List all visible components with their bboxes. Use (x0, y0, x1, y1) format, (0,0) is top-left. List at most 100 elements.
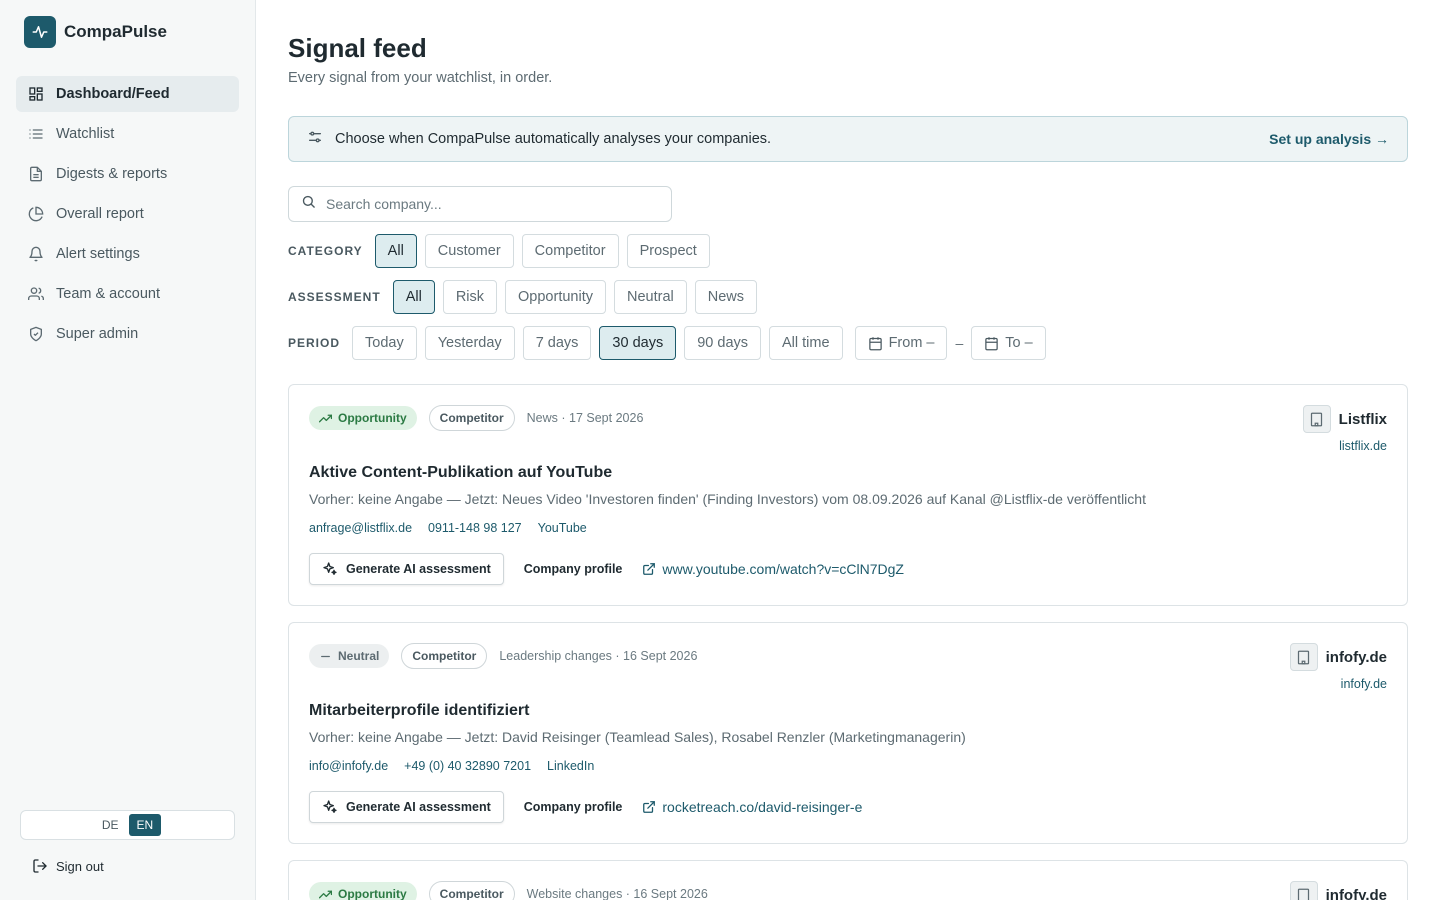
period-chip-all-time[interactable]: All time (769, 326, 843, 360)
date-from-button[interactable]: From – (854, 326, 948, 360)
signal-meta: Neutral Competitor Leadership changes · … (309, 643, 697, 669)
trending-up-icon (319, 412, 332, 425)
sidebar-nav: Dashboard/Feed Watchlist Digests & repor… (16, 76, 239, 356)
signal-card: Neutral Competitor Leadership changes · … (288, 622, 1408, 844)
external-link[interactable]: www.youtube.com/watch?v=cClN7DgZ (642, 561, 904, 577)
category-chip-customer[interactable]: Customer (424, 234, 514, 268)
users-icon (28, 286, 44, 302)
assessment-label: Opportunity (338, 887, 407, 900)
signal-description: Vorher: keine Angabe — Jetzt: Neues Vide… (309, 491, 1146, 507)
period-chip-7-days[interactable]: 7 days (522, 326, 592, 360)
signal-card: Opportunity Competitor Website changes ·… (288, 860, 1408, 900)
external-link-label: rocketreach.co/david-reisinger-e (662, 799, 863, 815)
category-chip-prospect[interactable]: Prospect (626, 234, 710, 268)
pie-chart-icon (28, 206, 44, 222)
company-domain[interactable]: infofy.de (1290, 677, 1387, 691)
brand-name: CompaPulse (64, 22, 167, 41)
sidebar-item-dashboard[interactable]: Dashboard/Feed (16, 76, 239, 112)
date-to-label: To – (1005, 335, 1033, 351)
assessment-chip-neutral[interactable]: Neutral (613, 280, 687, 314)
shield-icon (28, 326, 44, 342)
sidebar-item-digests[interactable]: Digests & reports (16, 156, 239, 192)
sign-out-button[interactable]: Sign out (32, 858, 104, 874)
date-to-button[interactable]: To – (971, 326, 1046, 360)
company-name[interactable]: infofy.de (1326, 887, 1387, 900)
category-chip-all[interactable]: All (374, 234, 417, 268)
period-label: PERIOD (288, 336, 341, 350)
sidebar-item-label: Super admin (56, 326, 139, 342)
signal-card: Opportunity Competitor News · 17 Sept 20… (288, 384, 1408, 606)
generate-ai-assessment-button[interactable]: Generate AI assessment (309, 553, 504, 585)
signal-description: Vorher: keine Angabe — Jetzt: David Reis… (309, 729, 966, 745)
analysis-banner: Choose when CompaPulse automatically ana… (288, 116, 1408, 162)
setup-analysis-link[interactable]: Set up analysis → (1269, 131, 1389, 147)
trending-up-icon (319, 888, 332, 900)
sidebar-item-overall-report[interactable]: Overall report (16, 196, 239, 232)
building-icon (1289, 643, 1318, 671)
sidebar-item-super-admin[interactable]: Super admin (16, 316, 239, 352)
search-icon (301, 194, 316, 214)
external-link-icon (642, 562, 656, 576)
category-chip-competitor[interactable]: Competitor (521, 234, 619, 268)
signal-type-date: Leadership changes · 16 Sept 2026 (499, 649, 698, 663)
sign-out-label: Sign out (56, 858, 104, 874)
category-tag: Competitor (428, 881, 515, 900)
building-icon (1289, 881, 1318, 900)
company-name[interactable]: Listflix (1339, 411, 1387, 428)
pulse-logo-icon (24, 16, 56, 48)
external-link-label: www.youtube.com/watch?v=cClN7DgZ (662, 561, 904, 577)
external-link-icon (642, 800, 656, 814)
assessment-badge: Opportunity (309, 406, 417, 430)
list-icon (28, 126, 44, 142)
company-profile-button[interactable]: Company profile (524, 562, 623, 576)
signal-meta: Opportunity Competitor News · 17 Sept 20… (309, 405, 643, 431)
assessment-chip-opportunity[interactable]: Opportunity (505, 280, 606, 314)
period-chip-today[interactable]: Today (352, 326, 417, 360)
calendar-icon (868, 336, 883, 351)
search-box (288, 186, 672, 222)
phone-link[interactable]: 0911-148 98 127 (428, 521, 522, 535)
signal-title: Aktive Content-Publikation auf YouTube (309, 464, 613, 481)
period-chip-90-days[interactable]: 90 days (684, 326, 762, 360)
company-name[interactable]: infofy.de (1326, 649, 1387, 666)
dashboard-icon (28, 86, 44, 102)
category-filter: CATEGORY All Customer Competitor Prospec… (288, 234, 718, 268)
assessment-badge: Opportunity (309, 882, 417, 900)
category-label: CATEGORY (288, 244, 363, 258)
signal-type-date: News · 17 Sept 2026 (526, 411, 644, 425)
period-chip-30-days[interactable]: 30 days (599, 326, 677, 360)
lang-de-button[interactable]: DE (94, 814, 127, 836)
signal-actions: Generate AI assessment Company profile r… (309, 791, 862, 823)
sidebar-item-alert-settings[interactable]: Alert settings (16, 236, 239, 272)
language-switcher: DE EN (20, 810, 235, 840)
company-domain[interactable]: listflix.de (1303, 439, 1387, 453)
contact-links: info@infofy.de +49 (0) 40 32890 7201 Lin… (309, 759, 610, 773)
search-input[interactable] (326, 196, 646, 212)
calendar-icon (984, 336, 999, 351)
period-chip-yesterday[interactable]: Yesterday (424, 326, 515, 360)
email-link[interactable]: info@infofy.de (309, 759, 388, 773)
sidebar-item-team-account[interactable]: Team & account (16, 276, 239, 312)
sidebar-item-watchlist[interactable]: Watchlist (16, 116, 239, 152)
sliders-icon (307, 129, 323, 150)
company-profile-button[interactable]: Company profile (524, 800, 623, 814)
email-link[interactable]: anfrage@listflix.de (309, 521, 412, 535)
generate-ai-assessment-button[interactable]: Generate AI assessment (309, 791, 504, 823)
category-tag: Competitor (401, 643, 488, 669)
building-icon (1302, 405, 1331, 433)
sidebar-item-label: Watchlist (56, 126, 115, 142)
source-link[interactable]: LinkedIn (547, 759, 594, 773)
external-link[interactable]: rocketreach.co/david-reisinger-e (642, 799, 862, 815)
page-subtitle: Every signal from your watchlist, in ord… (288, 70, 553, 86)
assessment-chip-risk[interactable]: Risk (442, 280, 498, 314)
lang-en-button[interactable]: EN (128, 814, 162, 836)
assessment-chip-news[interactable]: News (694, 280, 757, 314)
banner-message: Choose when CompaPulse automatically ana… (335, 131, 772, 147)
brand[interactable]: CompaPulse (24, 16, 167, 48)
source-link[interactable]: YouTube (538, 521, 587, 535)
phone-link[interactable]: +49 (0) 40 32890 7201 (404, 759, 531, 773)
signal-title: Mitarbeiterprofile identifiziert (309, 702, 530, 719)
assessment-label: Opportunity (338, 411, 407, 425)
assessment-label: ASSESSMENT (288, 290, 381, 304)
assessment-chip-all[interactable]: All (392, 280, 435, 314)
